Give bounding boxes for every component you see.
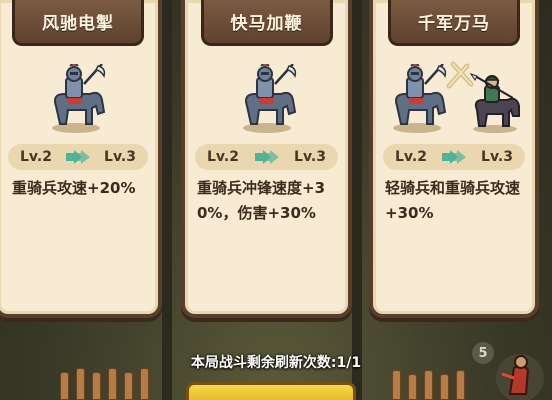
level-arrow-icon — [442, 150, 466, 164]
refresh-button[interactable] — [186, 382, 356, 400]
card-title-banner: 风驰电掣 — [12, 0, 144, 46]
background-gap — [162, 0, 172, 400]
unit-illustration — [0, 58, 158, 138]
unit-illustration — [373, 58, 535, 138]
level-upgrade-row: Lv.2 Lv.3 — [8, 144, 148, 170]
heavy-cavalry-icon — [393, 64, 447, 133]
card-description: 重骑兵攻速+20% — [12, 179, 136, 197]
heavy-cavalry-icon — [52, 64, 106, 133]
enemy-unit-icon — [496, 354, 544, 400]
upgrade-card-2[interactable]: 快马加鞭 Lv.2 Lv.3 重骑兵冲锋速度+30%，伤害+30% — [181, 0, 352, 318]
light-cavalry-icon — [469, 73, 520, 133]
level-arrow-icon — [254, 150, 279, 164]
level-arrow-icon — [66, 150, 90, 164]
unit-illustration — [185, 58, 348, 138]
card-description: 重骑兵冲锋速度+30%，伤害+30% — [197, 179, 326, 222]
upgrade-selection-screen: 风驰电掣 Lv.2 Lv.3 重骑兵攻速+20% 快马加鞭 Lv.2 Lv.3 … — [0, 0, 552, 400]
level-from: Lv.2 — [395, 149, 427, 165]
level-from: Lv.2 — [207, 149, 239, 165]
level-to: Lv.3 — [104, 149, 136, 165]
upgrade-card-1[interactable]: 风驰电掣 Lv.2 Lv.3 重骑兵攻速+20% — [0, 0, 162, 318]
card-title-banner: 快马加鞭 — [200, 0, 333, 46]
heavy-cavalry-icon — [243, 64, 297, 133]
upgrade-card-3[interactable]: 千军万马 Lv.2 Lv.3 轻骑兵和重骑兵攻速+30% — [369, 0, 539, 318]
level-from: Lv.2 — [20, 149, 52, 165]
card-description: 轻骑兵和重骑兵攻速+30% — [385, 179, 521, 222]
level-upgrade-row: Lv.2 Lv.3 — [195, 144, 338, 170]
level-to: Lv.3 — [294, 149, 326, 165]
card-title: 快马加鞭 — [230, 14, 303, 34]
card-title-banner: 千军万马 — [388, 0, 520, 46]
card-title: 千军万马 — [418, 14, 490, 34]
background-gap — [352, 0, 362, 400]
level-upgrade-row: Lv.2 Lv.3 — [383, 144, 525, 170]
level-to: Lv.3 — [481, 149, 513, 165]
card-title: 风驰电掣 — [42, 14, 114, 34]
